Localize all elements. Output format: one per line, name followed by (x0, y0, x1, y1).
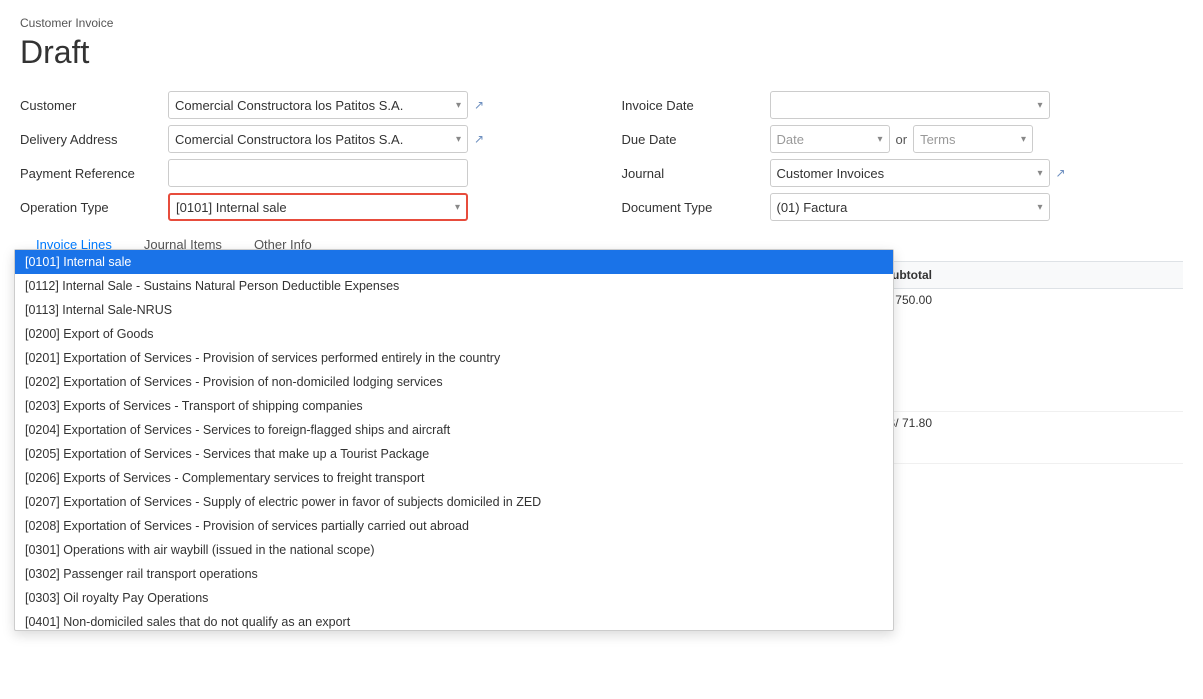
journal-value: Customer Invoices ▾ ↗ (770, 159, 1184, 187)
payment-ref-row: Payment Reference (20, 159, 582, 187)
dropdown-item[interactable]: [0303] Oil royalty Pay Operations (15, 586, 893, 610)
operation-type-row: Operation Type [0101] Internal sale ▾ (20, 193, 582, 221)
doc-type-row: Document Type (01) Factura ▾ (622, 193, 1184, 221)
invoice-date-arrow-icon: ▾ (1037, 100, 1042, 111)
operation-type-field-text: [0101] Internal sale (176, 200, 451, 215)
terms-arrow-icon: ▾ (1021, 134, 1026, 145)
doc-type-arrow-icon: ▾ (1037, 202, 1042, 213)
doc-type-value: (01) Factura ▾ (770, 193, 1184, 221)
delivery-dropdown[interactable]: Comercial Constructora los Patitos S.A. … (168, 125, 468, 153)
due-date-arrow-icon: ▾ (877, 134, 882, 145)
doc-type-dropdown[interactable]: (01) Factura ▾ (770, 193, 1050, 221)
invoice-date-value: ▾ (770, 91, 1184, 119)
or-text: or (896, 132, 908, 147)
journal-row: Journal Customer Invoices ▾ ↗ (622, 159, 1184, 187)
delivery-row: Delivery Address Comercial Constructora … (20, 125, 582, 153)
customer-row: Customer Comercial Constructora los Pati… (20, 91, 582, 119)
dropdown-item[interactable]: [0204] Exportation of Services - Service… (15, 418, 893, 442)
journal-field-text: Customer Invoices (777, 166, 1034, 181)
payment-ref-input[interactable] (168, 159, 468, 187)
due-date-value: Date ▾ or Terms ▾ (770, 125, 1184, 153)
doc-type-field-text: (01) Factura (777, 200, 1038, 215)
journal-label: Journal (622, 166, 762, 181)
dropdown-item[interactable]: [0207] Exportation of Services - Supply … (15, 490, 893, 514)
terms-placeholder: Terms (920, 132, 1021, 147)
dropdown-list: [0101] Internal sale[0112] Internal Sale… (15, 250, 893, 630)
delivery-field-text: Comercial Constructora los Patitos S.A. (175, 132, 452, 147)
customer-dropdown[interactable]: Comercial Constructora los Patitos S.A. … (168, 91, 468, 119)
dropdown-item[interactable]: [0202] Exportation of Services - Provisi… (15, 370, 893, 394)
due-date-label: Due Date (622, 132, 762, 147)
delivery-external-link-icon[interactable]: ↗ (474, 132, 484, 146)
invoice-date-dropdown[interactable]: ▾ (770, 91, 1050, 119)
dropdown-item[interactable]: [0203] Exports of Services - Transport o… (15, 394, 893, 418)
delivery-value: Comercial Constructora los Patitos S.A. … (168, 125, 582, 153)
payment-ref-value (168, 159, 582, 187)
customer-label: Customer (20, 98, 160, 113)
delivery-dropdown-arrow-icon: ▾ (456, 134, 461, 145)
operation-type-dropdown-overlay: [0101] Internal sale[0112] Internal Sale… (14, 249, 894, 631)
due-date-row: Due Date Date ▾ or Terms ▾ (622, 125, 1184, 153)
dropdown-item[interactable]: [0201] Exportation of Services - Provisi… (15, 346, 893, 370)
operation-type-value: [0101] Internal sale ▾ (168, 193, 582, 221)
due-date-dropdown[interactable]: Date ▾ (770, 125, 890, 153)
doc-type-label: Document Type (622, 200, 762, 215)
due-date-placeholder: Date (777, 132, 878, 147)
payment-ref-label: Payment Reference (20, 166, 160, 181)
operation-type-dropdown[interactable]: [0101] Internal sale ▾ (168, 193, 468, 221)
dropdown-item[interactable]: [0302] Passenger rail transport operatio… (15, 562, 893, 586)
dropdown-item[interactable]: [0113] Internal Sale-NRUS (15, 298, 893, 322)
journal-arrow-icon: ▾ (1037, 168, 1042, 179)
journal-dropdown[interactable]: Customer Invoices ▾ (770, 159, 1050, 187)
dropdown-item[interactable]: [0208] Exportation of Services - Provisi… (15, 514, 893, 538)
dropdown-item[interactable]: [0205] Exportation of Services - Service… (15, 442, 893, 466)
operation-type-label: Operation Type (20, 200, 160, 215)
customer-value: Comercial Constructora los Patitos S.A. … (168, 91, 582, 119)
page-title: Draft (20, 34, 1183, 71)
form-section: Customer Comercial Constructora los Pati… (20, 91, 1183, 221)
dropdown-item[interactable]: [0101] Internal sale (15, 250, 893, 274)
customer-external-link-icon[interactable]: ↗ (474, 98, 484, 112)
dropdown-item[interactable]: [0200] Export of Goods (15, 322, 893, 346)
delivery-label: Delivery Address (20, 132, 160, 147)
dropdown-item[interactable]: [0401] Non-domiciled sales that do not q… (15, 610, 893, 630)
customer-field-text: Comercial Constructora los Patitos S.A. (175, 98, 452, 113)
journal-external-link-icon[interactable]: ↗ (1056, 166, 1066, 180)
form-left: Customer Comercial Constructora los Pati… (20, 91, 582, 221)
dropdown-item[interactable]: [0112] Internal Sale - Sustains Natural … (15, 274, 893, 298)
invoice-date-label: Invoice Date (622, 98, 762, 113)
breadcrumb: Customer Invoice (20, 16, 1183, 30)
page: Customer Invoice Draft Customer Comercia… (0, 0, 1203, 699)
invoice-date-row: Invoice Date ▾ (622, 91, 1184, 119)
operation-type-arrow-icon: ▾ (455, 202, 460, 213)
dropdown-item[interactable]: [0206] Exports of Services - Complementa… (15, 466, 893, 490)
form-right: Invoice Date ▾ Due Date Date ▾ or (622, 91, 1184, 221)
customer-dropdown-arrow-icon: ▾ (456, 100, 461, 111)
dropdown-item[interactable]: [0301] Operations with air waybill (issu… (15, 538, 893, 562)
terms-dropdown[interactable]: Terms ▾ (913, 125, 1033, 153)
